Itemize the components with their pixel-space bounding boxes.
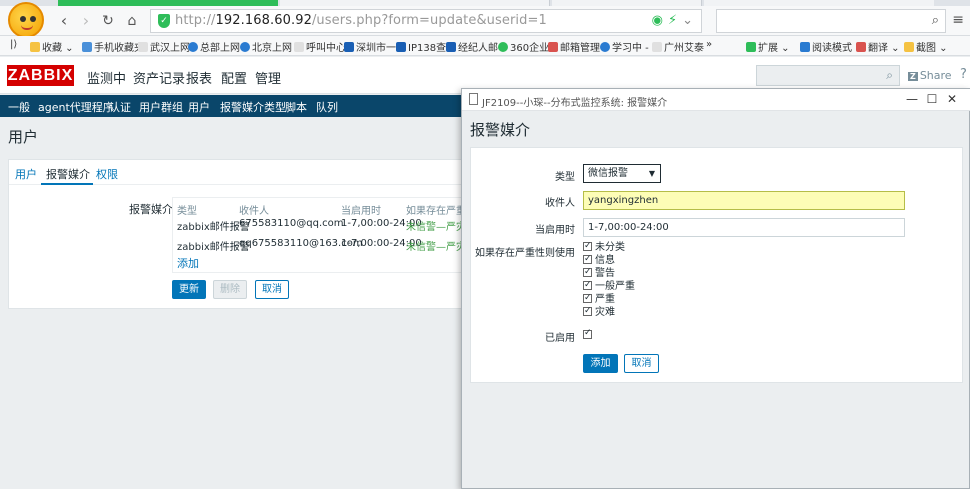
search-icon[interactable]: ⌕ <box>932 13 939 28</box>
period-label: 当启用时 <box>535 225 575 236</box>
column-header: 当启用时 <box>341 206 381 217</box>
media-popup-window: JF2109--小琛--分布式监控系统: 报警媒介 — ☐ ✕ 报警媒介 类型 … <box>461 88 970 489</box>
extensions-button[interactable]: 扩展 ⌄ <box>746 39 790 54</box>
share-icon: Z <box>908 72 918 81</box>
document-icon <box>469 93 478 105</box>
menu-inventory[interactable]: 资产记录 <box>133 68 185 87</box>
bookmark-item[interactable]: 邮箱管理 <box>548 39 600 54</box>
sendto-input[interactable]: yangxingzhen <box>583 191 905 210</box>
bookmarks-bar: |⟩ 收藏 ⌄ 手机收藏夹 武汉上网 总部上网 北京上网 呼叫中心 深圳市一 I… <box>0 36 970 56</box>
url-bar[interactable]: ✓ http://192.168.60.92/users.php?form=up… <box>150 9 702 33</box>
secure-shield-icon: ✓ <box>158 14 170 28</box>
minimize-icon[interactable]: — <box>904 92 920 106</box>
tab-media[interactable]: 报警媒介 <box>46 166 90 182</box>
url-dropdown-icon[interactable]: ⌄ <box>682 13 693 28</box>
translate-button[interactable]: 翻译 ⌄ <box>856 39 900 54</box>
media-form: 类型 微信报警 ▼ 收件人 yangxingzhen 当启用时 1-7,00:00… <box>470 147 963 383</box>
help-icon[interactable]: ? <box>960 67 967 82</box>
menu-monitoring[interactable]: 监测中 <box>87 68 126 87</box>
table-cell: 675583110@qq.com <box>239 218 344 229</box>
add-media-link[interactable]: 添加 <box>177 255 199 271</box>
popup-window-title: JF2109--小琛--分布式监控系统: 报警媒介 <box>482 98 668 109</box>
share-link[interactable]: Z Share <box>908 69 952 82</box>
bookmark-item[interactable]: 深圳市一 <box>344 39 396 54</box>
submenu-authentication[interactable]: 认证 <box>109 99 131 115</box>
compat-mode-icon[interactable]: ◉ <box>652 13 663 28</box>
screenshot-button[interactable]: 截图 ⌄ <box>904 39 948 54</box>
browser-search-input[interactable]: ⌕ <box>716 9 946 33</box>
column-header: 类型 <box>177 206 197 217</box>
page-title: 用户 <box>8 128 39 146</box>
close-icon[interactable]: ✕ <box>944 92 960 106</box>
submenu-proxies[interactable]: agent代理程序 <box>38 99 114 115</box>
dropdown-arrow-icon: ▼ <box>648 169 655 178</box>
media-label: 报警媒介 <box>129 203 173 216</box>
reload-icon[interactable]: ↻ <box>98 11 118 31</box>
home-icon[interactable]: ⌂ <box>122 11 142 31</box>
bookmark-item[interactable]: 总部上网 <box>188 39 240 54</box>
bookmarks-overflow[interactable]: » <box>706 39 712 50</box>
reading-mode-button[interactable]: 阅读模式 <box>800 39 852 54</box>
enabled-checkbox[interactable] <box>583 328 592 339</box>
cancel-button[interactable]: 取消 <box>255 280 289 299</box>
tab-user[interactable]: 用户 <box>15 166 37 182</box>
submenu-user-groups[interactable]: 用户群组 <box>139 99 183 115</box>
enabled-label: 已启用 <box>545 333 575 344</box>
zabbix-search-input[interactable]: ⌕ <box>756 65 900 86</box>
bookmark-item[interactable]: 360企业 <box>498 39 549 54</box>
bookmark-item[interactable]: 手机收藏夹 <box>82 39 144 54</box>
bookmark-item[interactable]: 武汉上网 <box>138 39 190 54</box>
submenu-general[interactable]: 一般 <box>8 99 30 115</box>
popup-heading: 报警媒介 <box>470 121 531 139</box>
zabbix-logo[interactable]: ZABBIX <box>7 65 74 86</box>
menu-configuration[interactable]: 配置 <box>221 68 247 87</box>
browser-toolbar: ‹ › ↻ ⌂ ✓ http://192.168.60.92/users.php… <box>0 2 970 38</box>
bookmark-item[interactable]: 经纪人邮 <box>446 39 498 54</box>
column-header: 收件人 <box>239 206 269 217</box>
severity-cell: 未信警—严灾 <box>406 222 466 233</box>
severity-checkboxes: 未分类 信息 警告 一般严重 严重 灾难 <box>583 240 635 319</box>
period-input[interactable]: 1-7,00:00-24:00 <box>583 218 905 237</box>
bookmarks-menu[interactable]: 收藏 ⌄ <box>30 39 74 54</box>
menu-reports[interactable]: 报表 <box>186 68 212 87</box>
menu-administration[interactable]: 管理 <box>255 68 281 87</box>
bookmark-item[interactable]: IP138查 <box>396 39 446 54</box>
submenu-users[interactable]: 用户 <box>188 99 210 115</box>
popup-cancel-button[interactable]: 取消 <box>624 354 659 373</box>
severity-label: 如果存在严重性则使用 <box>475 248 575 259</box>
submenu-queue[interactable]: 队列 <box>316 99 338 115</box>
update-button[interactable]: 更新 <box>172 280 206 299</box>
media-table: 类型 收件人 当启用时 如果存在严重性 zabbix邮件报警 675583110… <box>172 197 472 273</box>
popup-title-bar: JF2109--小琛--分布式监控系统: 报警媒介 — ☐ ✕ <box>462 89 970 111</box>
severity-cell: 未信警—严灾 <box>406 242 466 253</box>
back-icon[interactable]: ‹ <box>54 11 74 31</box>
delete-button[interactable]: 删除 <box>213 280 247 299</box>
severity-disaster-checkbox[interactable]: 灾难 <box>583 305 635 319</box>
type-select[interactable]: 微信报警 ▼ <box>583 164 661 183</box>
speed-mode-icon[interactable]: ⚡ <box>668 13 677 28</box>
add-button[interactable]: 添加 <box>583 354 618 373</box>
active-tab-indicator <box>41 183 93 185</box>
bookmark-item[interactable]: 广州艾泰 <box>652 39 704 54</box>
maximize-icon[interactable]: ☐ <box>924 92 940 106</box>
tab-permissions[interactable]: 权限 <box>96 166 118 182</box>
search-icon[interactable]: ⌕ <box>886 68 893 83</box>
sidebar-toggle-icon[interactable]: |⟩ <box>10 39 17 50</box>
sendto-label: 收件人 <box>545 198 575 209</box>
submenu-scripts[interactable]: 脚本 <box>285 99 307 115</box>
forward-icon[interactable]: › <box>76 11 96 31</box>
browser-logo-icon[interactable] <box>8 2 44 38</box>
browser-menu-icon[interactable]: ≡ <box>952 12 964 28</box>
url-text[interactable]: http://192.168.60.92/users.php?form=upda… <box>175 13 547 28</box>
bookmark-item[interactable]: 学习中 - <box>600 39 649 54</box>
submenu-media-types[interactable]: 报警媒介类型 <box>220 99 286 115</box>
type-label: 类型 <box>555 172 575 183</box>
bookmark-item[interactable]: 北京上网 <box>240 39 292 54</box>
bookmark-item[interactable]: 呼叫中心 <box>294 39 346 54</box>
